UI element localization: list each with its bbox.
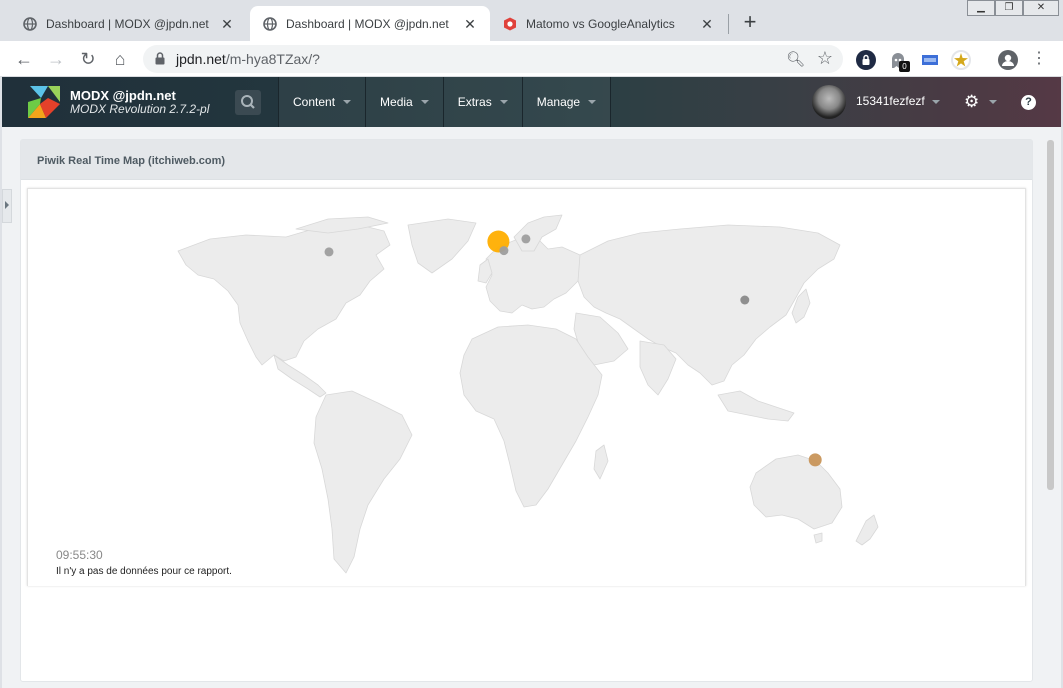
lock-icon xyxy=(155,52,165,65)
close-tab-icon[interactable]: ✕ xyxy=(699,16,715,32)
menu-label: Manage xyxy=(536,95,581,109)
chevron-down-icon xyxy=(343,100,352,104)
browser-tab-title: Matomo vs GoogleAnalytics xyxy=(526,16,675,31)
url-path: /m-hya8TZax/? xyxy=(225,51,320,67)
browser-menu-icon[interactable]: ⋮ xyxy=(1027,47,1051,71)
menu-label: Content xyxy=(293,95,336,109)
land-tasmania xyxy=(813,532,823,544)
main-menu: Content Media Extras Manage xyxy=(278,77,612,127)
menu-extras[interactable]: Extras xyxy=(442,77,522,127)
land-central-america xyxy=(273,354,327,398)
menu-content[interactable]: Content xyxy=(278,77,366,127)
bookmark-star-icon[interactable]: ☆ xyxy=(817,48,833,69)
modx-header: MODX @jpdn.net MODX Revolution 2.7.2-pl … xyxy=(2,77,1061,127)
map-frame: 09:55:30 Il n'y a pas de données pour ce… xyxy=(27,188,1026,586)
visit-marker-5[interactable] xyxy=(740,295,750,305)
browser-tab-strip: Dashboard | MODX @jpdn.net ✕ Dashboard |… xyxy=(0,0,1063,41)
maximize-button[interactable]: ❐ xyxy=(995,0,1023,16)
widget-title: Piwik Real Time Map (itchiweb.com) xyxy=(37,155,226,167)
land-africa xyxy=(459,324,603,508)
home-icon[interactable]: ⌂ xyxy=(108,47,132,71)
extension-star-icon[interactable] xyxy=(951,50,971,70)
gear-icon[interactable]: ⚙ xyxy=(964,92,979,112)
matomo-icon xyxy=(502,16,518,32)
back-arrow-icon[interactable]: ← xyxy=(12,47,36,71)
visit-marker-2[interactable] xyxy=(499,246,509,256)
chevron-right-icon xyxy=(5,201,9,209)
chevron-down-icon xyxy=(420,100,429,104)
visit-marker-3[interactable] xyxy=(521,234,531,244)
amp-extension-icon[interactable] xyxy=(920,50,940,70)
address-bar[interactable]: jpdn.net/m-hya8TZax/? 🔍︎ ☆ xyxy=(143,45,843,73)
browser-tab-title: Dashboard | MODX @jpdn.net xyxy=(46,16,209,31)
dashboard-content: Piwik Real Time Map (itchiweb.com) 09:55… xyxy=(2,127,1061,688)
land-masses xyxy=(177,214,879,574)
land-australia xyxy=(749,454,843,530)
reload-icon[interactable]: ↻ xyxy=(76,47,100,71)
visit-marker-4[interactable] xyxy=(324,247,334,257)
widget-header: Piwik Real Time Map (itchiweb.com) xyxy=(21,140,1032,180)
privacy-extension-icon[interactable] xyxy=(856,50,876,70)
land-south-america xyxy=(313,390,413,574)
menu-media[interactable]: Media xyxy=(365,77,443,127)
close-window-button[interactable]: ✕ xyxy=(1023,0,1059,16)
zoom-icon[interactable]: 🔍︎ xyxy=(786,50,805,68)
profile-icon[interactable] xyxy=(998,50,1018,70)
site-name[interactable]: MODX @jpdn.net xyxy=(70,88,176,103)
page-scrollbar[interactable] xyxy=(1047,140,1054,490)
land-north-america xyxy=(177,224,391,366)
realtime-clock: 09:55:30 xyxy=(56,548,103,562)
browser-toolbar: ← → ↻ ⌂ jpdn.net/m-hya8TZax/? 🔍︎ ☆ 0 ⋮ xyxy=(0,41,1063,77)
help-icon[interactable]: ? xyxy=(1021,95,1036,110)
menu-label: Extras xyxy=(457,95,492,109)
ghostery-extension-icon[interactable]: 0 xyxy=(888,50,910,72)
globe-icon xyxy=(262,16,278,32)
avatar[interactable] xyxy=(812,85,846,119)
tab-separator xyxy=(728,14,729,34)
land-new-zealand xyxy=(855,514,879,546)
globe-icon xyxy=(22,16,38,32)
browser-tab-2[interactable]: Dashboard | MODX @jpdn.net ✕ xyxy=(250,6,490,41)
land-madagascar xyxy=(593,444,609,480)
modx-logo-icon[interactable] xyxy=(26,84,62,120)
close-tab-icon[interactable]: ✕ xyxy=(219,16,235,32)
url-host: jpdn.net xyxy=(176,51,226,67)
land-se-asia-islands xyxy=(717,390,795,422)
url-text: jpdn.net/m-hya8TZax/? xyxy=(176,51,320,67)
chevron-down-icon[interactable] xyxy=(932,100,940,104)
browser-tab-3[interactable]: Matomo vs GoogleAnalytics ✕ xyxy=(490,6,727,41)
no-data-message: Il n'y a pas de données pour ce rapport. xyxy=(56,566,232,577)
land-greenland xyxy=(407,218,477,274)
minimize-button[interactable]: ▁ xyxy=(967,0,995,16)
chevron-down-icon[interactable] xyxy=(989,100,997,104)
menu-label: Media xyxy=(380,95,413,109)
extension-badge: 0 xyxy=(899,61,910,72)
new-tab-button[interactable]: + xyxy=(737,10,763,36)
browser-tab-title: Dashboard | MODX @jpdn.net xyxy=(286,16,449,31)
search-button[interactable] xyxy=(235,90,261,115)
world-map[interactable] xyxy=(28,189,1027,587)
menu-manage[interactable]: Manage xyxy=(521,77,612,127)
chevron-down-icon xyxy=(499,100,508,104)
sidebar-toggle[interactable] xyxy=(2,189,12,223)
visit-marker-6[interactable] xyxy=(808,453,822,467)
user-name[interactable]: 15341fezfezf xyxy=(856,94,925,108)
close-tab-icon[interactable]: ✕ xyxy=(462,16,478,32)
chevron-down-icon xyxy=(588,100,597,104)
forward-arrow-icon[interactable]: → xyxy=(44,47,68,71)
modx-version: MODX Revolution 2.7.2-pl xyxy=(70,102,210,116)
realtime-map-widget: Piwik Real Time Map (itchiweb.com) 09:55… xyxy=(20,139,1033,682)
search-icon xyxy=(241,95,255,109)
browser-tab-1[interactable]: Dashboard | MODX @jpdn.net ✕ xyxy=(10,6,247,41)
